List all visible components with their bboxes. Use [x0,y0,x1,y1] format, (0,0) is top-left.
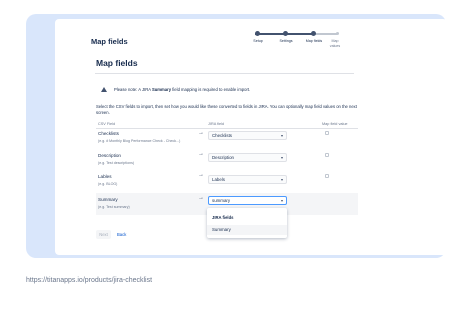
step-dot-map-values [336,32,339,35]
table-row: Lables (e.g. BLOG) → Labels [96,171,358,192]
progress-tracker: Setup Settings Map fields Map values [250,29,360,51]
back-link[interactable]: Back [117,230,126,239]
header-csv-field: CSV Field [98,122,116,126]
divider [95,73,354,74]
map-field-value-checkbox[interactable] [325,153,329,157]
step-dot-settings [283,31,288,36]
arrow-right-icon: → [198,172,204,178]
dropdown-group-label: JIRA fields [212,215,234,220]
csv-field-name: Description [98,153,121,158]
page-title: Map fields [91,37,128,46]
step-label-settings: Settings [279,39,293,43]
chevron-down-icon [281,135,283,137]
step-dot-setup [255,31,260,36]
csv-field-name: Lables [98,174,112,179]
csv-field-example: (e.g. # Monthly Blog Performance Check -… [98,139,181,143]
arrow-right-icon: → [198,130,204,136]
dropdown-option-summary[interactable]: Summary [207,225,287,235]
arrow-right-icon: → [198,195,204,201]
csv-field-example: (e.g. Test summary) [98,205,130,209]
jira-field-value: Checklists [212,133,233,138]
csv-field-name: Summary [98,197,118,202]
step-label-setup: Setup [253,39,263,43]
csv-field-example: (e.g. Test descriptions) [98,161,135,165]
jira-field-select[interactable]: summary [208,196,287,205]
notice-text: Please note: A JIRA Summary field mappin… [114,86,251,92]
jira-field-dropdown-menu: JIRA fields Summary [207,208,287,238]
map-field-value-checkbox[interactable] [325,131,329,135]
next-button[interactable]: Next [96,230,111,239]
step-label-map-fields: Map fields [305,39,323,43]
csv-field-name: Checklists [98,131,119,136]
section-title: Map fields [96,58,138,68]
arrow-right-icon: → [198,151,204,157]
csv-field-example: (e.g. BLOG) [98,182,118,186]
chevron-down-icon [281,157,283,159]
step-dot-map-fields [311,31,316,36]
table-row: Checklists (e.g. # Monthly Blog Performa… [96,129,358,149]
jira-field-value: Labels [212,177,225,182]
jira-field-value: Description [212,155,234,160]
step-label-map-values: Map values [329,39,341,48]
progress-line-upcoming [313,33,337,35]
header-map-field-value: Map field value [322,122,348,126]
header-jira-field: JIRA field [208,122,225,126]
chevron-down-icon [281,179,283,181]
notice-message: Please note: A JIRA Summary field mappin… [96,83,354,95]
chevron-down-icon [281,200,283,202]
jira-field-select[interactable]: Checklists [208,131,287,140]
jira-field-value: summary [212,198,231,203]
jira-field-select[interactable]: Labels [208,175,287,184]
warning-icon [101,86,107,92]
jira-field-select[interactable]: Description [208,153,287,162]
source-url: https://titanapps.io/products/jira-check… [26,277,153,284]
table-row: Description (e.g. Test descriptions) → D… [96,150,358,170]
map-field-value-checkbox[interactable] [325,174,329,178]
instructions-text: Select the CSV fields to import, then se… [96,104,357,115]
